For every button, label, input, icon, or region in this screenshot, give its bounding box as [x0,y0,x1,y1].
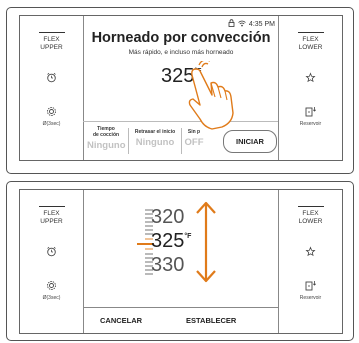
delay-start-option[interactable]: Retrasar el inicio Ninguno [132,126,178,148]
wifi-icon [238,20,246,29]
alarm-clock-icon[interactable] [46,246,57,260]
lock-icon [228,19,235,29]
light-bulb-icon[interactable] [305,246,316,260]
temp-option-below[interactable]: 330 [151,254,184,277]
reservoir-label: Reservoir [299,295,322,301]
display-screen-1: FLEX UPPER Ø(3sec) 4:35 PM Horneado por … [19,15,343,161]
left-side-panel: FLEX UPPER Ø(3sec) [20,190,84,333]
gear-icon[interactable] [46,280,57,294]
cook-time-value: Ninguno [87,140,126,151]
selected-temp-value: 325 [151,230,185,252]
cook-time-label: Tiempo de cocción [92,126,120,138]
alarm-clock-icon[interactable] [46,72,57,86]
status-bar: 4:35 PM [228,19,275,29]
reservoir-icon[interactable] [305,106,317,120]
main-content-1: 4:35 PM Horneado por convección Más rápi… [83,16,279,160]
reservoir-label: Reservoir [299,121,322,127]
reservoir-icon[interactable] [305,280,317,294]
hand-tap-icon [178,59,238,138]
flex-lower-label: FLEX LOWER [298,210,323,225]
flex-lower-button[interactable]: FLEX LOWER [297,32,324,52]
divider [128,128,129,154]
left-side-panel: FLEX UPPER Ø(3sec) [20,16,84,160]
oven-panel-2: FLEX UPPER Ø(3sec) 320 325°F 330 CANCELA… [6,181,354,341]
oven-panel-1: FLEX UPPER Ø(3sec) 4:35 PM Horneado por … [6,7,354,174]
display-screen-2: FLEX UPPER Ø(3sec) 320 325°F 330 CANCELA… [19,189,343,334]
main-content-2: 320 325°F 330 CANCELAR ESTABLECER [83,190,279,333]
gear-icon[interactable] [46,106,57,120]
right-side-panel: FLEX LOWER Reservoir [278,190,342,333]
flex-upper-label: FLEX UPPER [40,36,63,51]
flex-upper-button[interactable]: FLEX UPPER [38,206,65,226]
third-option-value: OFF [184,137,204,148]
flex-lower-button[interactable]: FLEX LOWER [297,206,324,226]
cook-time-option[interactable]: Tiempo de cocción Ninguno [87,126,126,151]
cancel-button[interactable]: CANCELAR [100,316,142,325]
settings-hold-hint: Ø(3sec) [42,295,61,301]
action-bar: CANCELAR ESTABLECER [83,307,279,334]
temp-option-selected[interactable]: 325°F [151,230,191,253]
flex-upper-button[interactable]: FLEX UPPER [38,32,65,52]
flex-upper-label: FLEX UPPER [40,210,63,225]
flex-lower-label: FLEX LOWER [298,36,323,51]
clock-time: 4:35 PM [248,20,275,28]
light-bulb-icon[interactable] [305,72,316,86]
delay-start-label: Retrasar el inicio [134,129,176,135]
temp-option-above[interactable]: 320 [151,206,184,229]
up-down-arrow-icon [195,200,217,289]
page-title: Horneado por convección [91,30,271,46]
page-subtitle: Más rápido, e incluso más horneado [128,49,234,56]
settings-hold-hint: Ø(3sec) [42,121,61,127]
set-button[interactable]: ESTABLECER [186,316,236,325]
delay-start-value: Ninguno [135,137,175,148]
right-side-panel: FLEX LOWER Reservoir [278,16,342,160]
temperature-unit: °F [184,233,192,240]
start-button[interactable]: INICIAR [223,130,277,153]
